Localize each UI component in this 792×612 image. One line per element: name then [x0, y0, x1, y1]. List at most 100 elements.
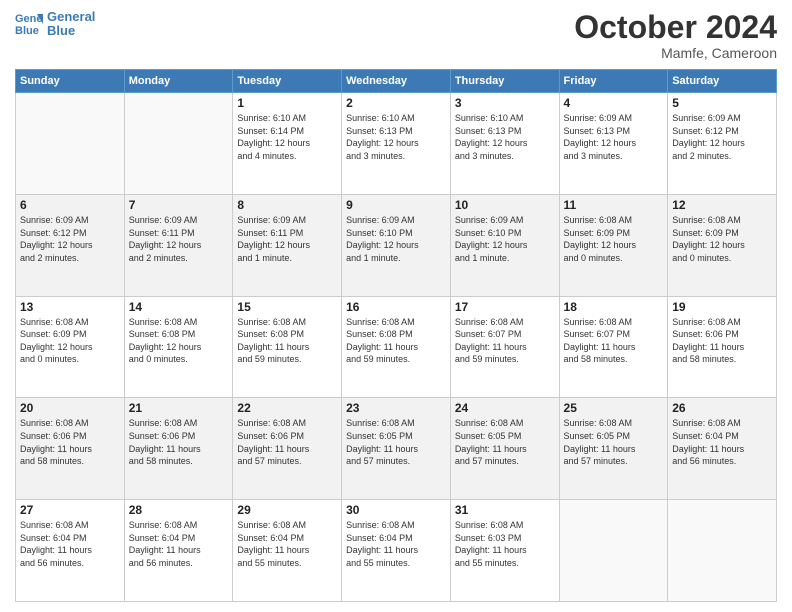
day-info: Sunrise: 6:08 AM Sunset: 6:05 PM Dayligh…: [564, 417, 664, 467]
day-number: 3: [455, 96, 555, 110]
calendar-week-row: 27 Sunrise: 6:08 AM Sunset: 6:04 PM Dayli…: [16, 500, 777, 602]
calendar-cell: 28Sunrise: 6:08 AM Sunset: 6:04 PM Dayli…: [124, 500, 233, 602]
calendar-cell: 17Sunrise: 6:08 AM Sunset: 6:07 PM Dayli…: [450, 296, 559, 398]
calendar-cell: 27 Sunrise: 6:08 AM Sunset: 6:04 PM Dayli…: [16, 500, 125, 602]
day-info: Sunrise: 6:09 AM Sunset: 6:12 PM Dayligh…: [20, 214, 120, 264]
weekday-header: Sunday: [16, 70, 125, 93]
calendar-cell: 1 Sunrise: 6:10 AM Sunset: 6:14 PM Daylig…: [233, 93, 342, 195]
calendar-week-row: 13 Sunrise: 6:08 AM Sunset: 6:09 PM Dayli…: [16, 296, 777, 398]
calendar-cell: 6Sunrise: 6:09 AM Sunset: 6:12 PM Daylig…: [16, 194, 125, 296]
calendar-week-row: 1 Sunrise: 6:10 AM Sunset: 6:14 PM Daylig…: [16, 93, 777, 195]
day-number: 16: [346, 300, 446, 314]
calendar-cell: 29 Sunrise: 6:08 AM Sunset: 6:04 PM Dayli…: [233, 500, 342, 602]
day-info: Sunrise: 6:08 AM Sunset: 6:04 PM Dayligh…: [129, 519, 229, 569]
weekday-header: Saturday: [668, 70, 777, 93]
weekday-header-row: SundayMondayTuesdayWednesdayThursdayFrid…: [16, 70, 777, 93]
month-title: October 2024: [574, 10, 777, 45]
title-block: October 2024 Mamfe, Cameroon: [574, 10, 777, 61]
day-number: 1: [237, 96, 337, 110]
day-info: Sunrise: 6:08 AM Sunset: 6:08 PM Dayligh…: [346, 316, 446, 366]
day-info: Sunrise: 6:08 AM Sunset: 6:08 PM Dayligh…: [129, 316, 229, 366]
calendar-cell: [124, 93, 233, 195]
calendar-cell: 25 Sunrise: 6:08 AM Sunset: 6:05 PM Dayli…: [559, 398, 668, 500]
day-number: 29: [237, 503, 337, 517]
calendar-table: SundayMondayTuesdayWednesdayThursdayFrid…: [15, 69, 777, 602]
day-number: 15: [237, 300, 337, 314]
day-info: Sunrise: 6:08 AM Sunset: 6:05 PM Dayligh…: [346, 417, 446, 467]
day-number: 27: [20, 503, 120, 517]
day-info: Sunrise: 6:09 AM Sunset: 6:10 PM Dayligh…: [346, 214, 446, 264]
day-number: 19: [672, 300, 772, 314]
svg-text:Blue: Blue: [15, 25, 39, 37]
day-number: 30: [346, 503, 446, 517]
calendar-cell: 20Sunrise: 6:08 AM Sunset: 6:06 PM Dayli…: [16, 398, 125, 500]
calendar-cell: 10Sunrise: 6:09 AM Sunset: 6:10 PM Dayli…: [450, 194, 559, 296]
calendar-cell: 24Sunrise: 6:08 AM Sunset: 6:05 PM Dayli…: [450, 398, 559, 500]
day-info: Sunrise: 6:08 AM Sunset: 6:04 PM Dayligh…: [672, 417, 772, 467]
day-number: 9: [346, 198, 446, 212]
weekday-header: Friday: [559, 70, 668, 93]
day-number: 13: [20, 300, 120, 314]
page: General Blue General Blue October 2024 M…: [0, 0, 792, 612]
calendar-cell: [559, 500, 668, 602]
day-number: 18: [564, 300, 664, 314]
day-info: Sunrise: 6:08 AM Sunset: 6:03 PM Dayligh…: [455, 519, 555, 569]
weekday-header: Wednesday: [342, 70, 451, 93]
day-info: Sunrise: 6:10 AM Sunset: 6:13 PM Dayligh…: [346, 112, 446, 162]
calendar-cell: 7Sunrise: 6:09 AM Sunset: 6:11 PM Daylig…: [124, 194, 233, 296]
day-number: 5: [672, 96, 772, 110]
calendar-cell: 5Sunrise: 6:09 AM Sunset: 6:12 PM Daylig…: [668, 93, 777, 195]
day-number: 14: [129, 300, 229, 314]
calendar-cell: 12Sunrise: 6:08 AM Sunset: 6:09 PM Dayli…: [668, 194, 777, 296]
day-info: Sunrise: 6:10 AM Sunset: 6:14 PM Dayligh…: [237, 112, 337, 162]
day-number: 24: [455, 401, 555, 415]
day-info: Sunrise: 6:10 AM Sunset: 6:13 PM Dayligh…: [455, 112, 555, 162]
logo-icon: General Blue: [15, 10, 43, 38]
day-info: Sunrise: 6:08 AM Sunset: 6:06 PM Dayligh…: [672, 316, 772, 366]
calendar-cell: 15 Sunrise: 6:08 AM Sunset: 6:08 PM Dayli…: [233, 296, 342, 398]
day-info: Sunrise: 6:08 AM Sunset: 6:06 PM Dayligh…: [237, 417, 337, 467]
day-info: Sunrise: 6:09 AM Sunset: 6:13 PM Dayligh…: [564, 112, 664, 162]
day-info: Sunrise: 6:08 AM Sunset: 6:07 PM Dayligh…: [564, 316, 664, 366]
calendar-cell: 21Sunrise: 6:08 AM Sunset: 6:06 PM Dayli…: [124, 398, 233, 500]
day-info: Sunrise: 6:08 AM Sunset: 6:09 PM Dayligh…: [672, 214, 772, 264]
calendar-cell: 19 Sunrise: 6:08 AM Sunset: 6:06 PM Dayli…: [668, 296, 777, 398]
day-number: 2: [346, 96, 446, 110]
day-number: 21: [129, 401, 229, 415]
day-number: 31: [455, 503, 555, 517]
day-info: Sunrise: 6:08 AM Sunset: 6:04 PM Dayligh…: [20, 519, 120, 569]
day-info: Sunrise: 6:08 AM Sunset: 6:09 PM Dayligh…: [564, 214, 664, 264]
day-number: 17: [455, 300, 555, 314]
calendar-cell: 26 Sunrise: 6:08 AM Sunset: 6:04 PM Dayli…: [668, 398, 777, 500]
calendar-cell: 16 Sunrise: 6:08 AM Sunset: 6:08 PM Dayli…: [342, 296, 451, 398]
calendar-cell: 13 Sunrise: 6:08 AM Sunset: 6:09 PM Dayli…: [16, 296, 125, 398]
calendar-cell: [16, 93, 125, 195]
weekday-header: Monday: [124, 70, 233, 93]
calendar-cell: 11Sunrise: 6:08 AM Sunset: 6:09 PM Dayli…: [559, 194, 668, 296]
day-info: Sunrise: 6:09 AM Sunset: 6:11 PM Dayligh…: [129, 214, 229, 264]
calendar-cell: 3 Sunrise: 6:10 AM Sunset: 6:13 PM Daylig…: [450, 93, 559, 195]
day-info: Sunrise: 6:08 AM Sunset: 6:04 PM Dayligh…: [237, 519, 337, 569]
calendar-cell: 30Sunrise: 6:08 AM Sunset: 6:04 PM Dayli…: [342, 500, 451, 602]
calendar-cell: 8 Sunrise: 6:09 AM Sunset: 6:11 PM Daylig…: [233, 194, 342, 296]
calendar-cell: 31 Sunrise: 6:08 AM Sunset: 6:03 PM Dayli…: [450, 500, 559, 602]
calendar-cell: [668, 500, 777, 602]
day-number: 8: [237, 198, 337, 212]
header: General Blue General Blue October 2024 M…: [15, 10, 777, 61]
calendar-cell: 23 Sunrise: 6:08 AM Sunset: 6:05 PM Dayli…: [342, 398, 451, 500]
calendar-cell: 14 Sunrise: 6:08 AM Sunset: 6:08 PM Dayli…: [124, 296, 233, 398]
day-number: 25: [564, 401, 664, 415]
day-number: 26: [672, 401, 772, 415]
day-info: Sunrise: 6:09 AM Sunset: 6:11 PM Dayligh…: [237, 214, 337, 264]
day-number: 23: [346, 401, 446, 415]
calendar-week-row: 20Sunrise: 6:08 AM Sunset: 6:06 PM Dayli…: [16, 398, 777, 500]
calendar-week-row: 6Sunrise: 6:09 AM Sunset: 6:12 PM Daylig…: [16, 194, 777, 296]
day-info: Sunrise: 6:09 AM Sunset: 6:10 PM Dayligh…: [455, 214, 555, 264]
logo-text-line1: General: [47, 10, 95, 24]
calendar-cell: 2 Sunrise: 6:10 AM Sunset: 6:13 PM Daylig…: [342, 93, 451, 195]
weekday-header: Tuesday: [233, 70, 342, 93]
logo-text-line2: Blue: [47, 24, 95, 38]
day-info: Sunrise: 6:08 AM Sunset: 6:08 PM Dayligh…: [237, 316, 337, 366]
day-info: Sunrise: 6:08 AM Sunset: 6:09 PM Dayligh…: [20, 316, 120, 366]
calendar-cell: 4Sunrise: 6:09 AM Sunset: 6:13 PM Daylig…: [559, 93, 668, 195]
